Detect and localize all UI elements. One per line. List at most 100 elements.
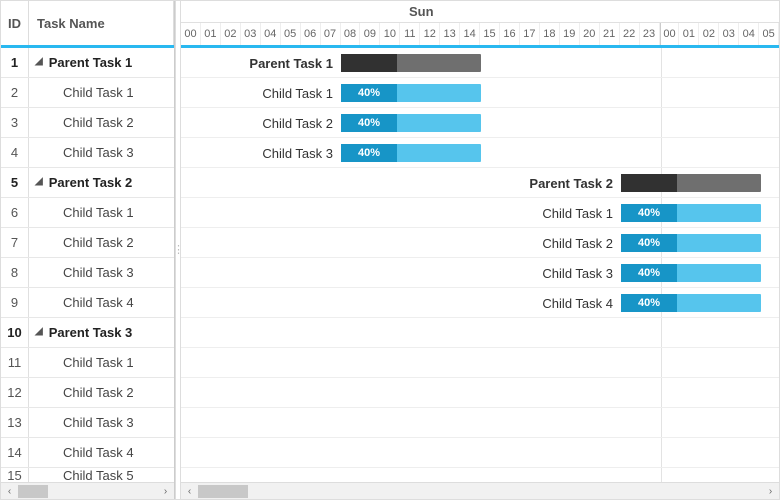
bar-label: Child Task 4	[181, 288, 621, 318]
hour-cell: 01	[201, 23, 221, 45]
row-id: 14	[1, 438, 29, 467]
bar-label: Child Task 2	[181, 108, 341, 138]
bar-label: Child Task 1	[181, 78, 341, 108]
progress-fill: 40%	[621, 204, 677, 222]
task-bar[interactable]: 40%	[341, 114, 481, 132]
row-name: Child Task 3	[29, 408, 174, 437]
task-bar[interactable]: 40%	[341, 144, 481, 162]
task-name-label: Child Task 4	[63, 295, 134, 310]
task-name-label: Child Task 1	[63, 85, 134, 100]
progress-fill: 40%	[341, 144, 397, 162]
timeline-row	[181, 348, 779, 378]
col-header-name[interactable]: Task Name	[29, 1, 174, 45]
row-name: Child Task 3	[29, 138, 174, 167]
progress-fill: 40%	[621, 264, 677, 282]
hour-cell: 03	[241, 23, 261, 45]
table-row[interactable]: 15Child Task 5	[1, 468, 174, 482]
hour-cell: 18	[540, 23, 560, 45]
table-row[interactable]: 7Child Task 2	[1, 228, 174, 258]
bar-label: Parent Task 1	[181, 48, 341, 78]
task-name-label: Child Task 1	[63, 205, 134, 220]
task-name-label: Child Task 3	[63, 265, 134, 280]
table-row[interactable]: 14 Child Task 4	[1, 438, 174, 468]
task-bar[interactable]: 40%	[621, 204, 761, 222]
table-row[interactable]: 10◢Parent Task 3	[1, 318, 174, 348]
row-id: 1	[1, 48, 29, 77]
row-id: 13	[1, 408, 29, 437]
task-name-label: Child Task 4	[63, 445, 134, 460]
grid-hscroll[interactable]: ‹ ›	[1, 482, 174, 499]
hour-cell: 05	[281, 23, 301, 45]
row-id: 5	[1, 168, 29, 197]
row-name: Child Task 4	[29, 438, 174, 467]
table-row[interactable]: 1 ◢ Parent Task 1	[1, 48, 174, 78]
task-bar[interactable]: 40%	[621, 264, 761, 282]
hour-cell: 00	[181, 23, 201, 45]
bar-label: Child Task 1	[181, 198, 621, 228]
table-row[interactable]: 4Child Task 3	[1, 138, 174, 168]
table-row[interactable]: 11Child Task 1	[1, 348, 174, 378]
collapse-icon[interactable]: ◢	[35, 56, 43, 67]
task-name-label: Parent Task 1	[49, 55, 133, 70]
row-id: 6	[1, 198, 29, 227]
task-name-label: Child Task 3	[63, 415, 134, 430]
table-row[interactable]: 13 Child Task 3	[1, 408, 174, 438]
hour-cell: 12	[420, 23, 440, 45]
row-name: Child Task 1	[29, 78, 174, 107]
row-name: Child Task 2	[29, 228, 174, 257]
col-header-id[interactable]: ID	[1, 1, 29, 45]
table-row[interactable]: 9Child Task 4	[1, 288, 174, 318]
scroll-thumb[interactable]	[18, 485, 48, 498]
timeline-row: Parent Task 2	[181, 168, 779, 198]
hour-cell: 13	[440, 23, 460, 45]
scroll-left-icon[interactable]: ‹	[1, 483, 18, 500]
timeline-row: Child Task 340%	[181, 258, 779, 288]
timeline-row: Parent Task 1	[181, 48, 779, 78]
progress-fill	[621, 174, 677, 192]
timeline-body[interactable]: Parent Task 1Child Task 140%Child Task 2…	[181, 48, 779, 482]
task-bar[interactable]: 40%	[341, 84, 481, 102]
scroll-thumb[interactable]	[198, 485, 248, 498]
hour-cell: 23	[640, 23, 660, 45]
table-row[interactable]: 3Child Task 2	[1, 108, 174, 138]
task-name-label: Child Task 2	[63, 385, 134, 400]
timeline-row	[181, 468, 779, 482]
collapse-icon[interactable]: ◢	[35, 326, 43, 337]
timeline-row	[181, 378, 779, 408]
row-name: Child Task 1	[29, 198, 174, 227]
row-id: 8	[1, 258, 29, 287]
hour-cell: 03	[719, 23, 739, 45]
row-name: Child Task 2	[29, 378, 174, 407]
table-row[interactable]: 6 Child Task 1	[1, 198, 174, 228]
task-name-label: Parent Task 3	[49, 325, 133, 340]
hour-cell: 19	[560, 23, 580, 45]
task-bar[interactable]: 40%	[621, 294, 761, 312]
collapse-icon[interactable]: ◢	[35, 176, 43, 187]
timeline-hour-row: 0001020304050607080910111213141516171819…	[181, 23, 779, 45]
scroll-left-icon[interactable]: ‹	[181, 483, 198, 500]
table-row[interactable]: 8 Child Task 3	[1, 258, 174, 288]
progress-fill: 40%	[341, 84, 397, 102]
hour-cell: 14	[460, 23, 480, 45]
row-id: 4	[1, 138, 29, 167]
hour-cell: 20	[580, 23, 600, 45]
row-name: ◢ Parent Task 1	[29, 48, 174, 77]
task-bar[interactable]: 40%	[621, 234, 761, 252]
scroll-right-icon[interactable]: ›	[157, 483, 174, 500]
scroll-right-icon[interactable]: ›	[762, 483, 779, 500]
parent-task-bar[interactable]	[341, 54, 481, 72]
grid-body: 1 ◢ Parent Task 1 2 Child Task 1 3Child Task …	[1, 48, 174, 482]
parent-task-bar[interactable]	[621, 174, 761, 192]
table-row[interactable]: 12 Child Task 2	[1, 378, 174, 408]
progress-fill: 40%	[341, 114, 397, 132]
bar-label: Child Task 3	[181, 138, 341, 168]
table-row[interactable]: 5◢Parent Task 2	[1, 168, 174, 198]
chart-hscroll[interactable]: ‹ ›	[181, 482, 779, 499]
row-id: 2	[1, 78, 29, 107]
hour-cell: 08	[341, 23, 361, 45]
timeline-row	[181, 318, 779, 348]
row-id: 12	[1, 378, 29, 407]
row-name: Child Task 4	[29, 288, 174, 317]
row-id: 7	[1, 228, 29, 257]
table-row[interactable]: 2 Child Task 1	[1, 78, 174, 108]
